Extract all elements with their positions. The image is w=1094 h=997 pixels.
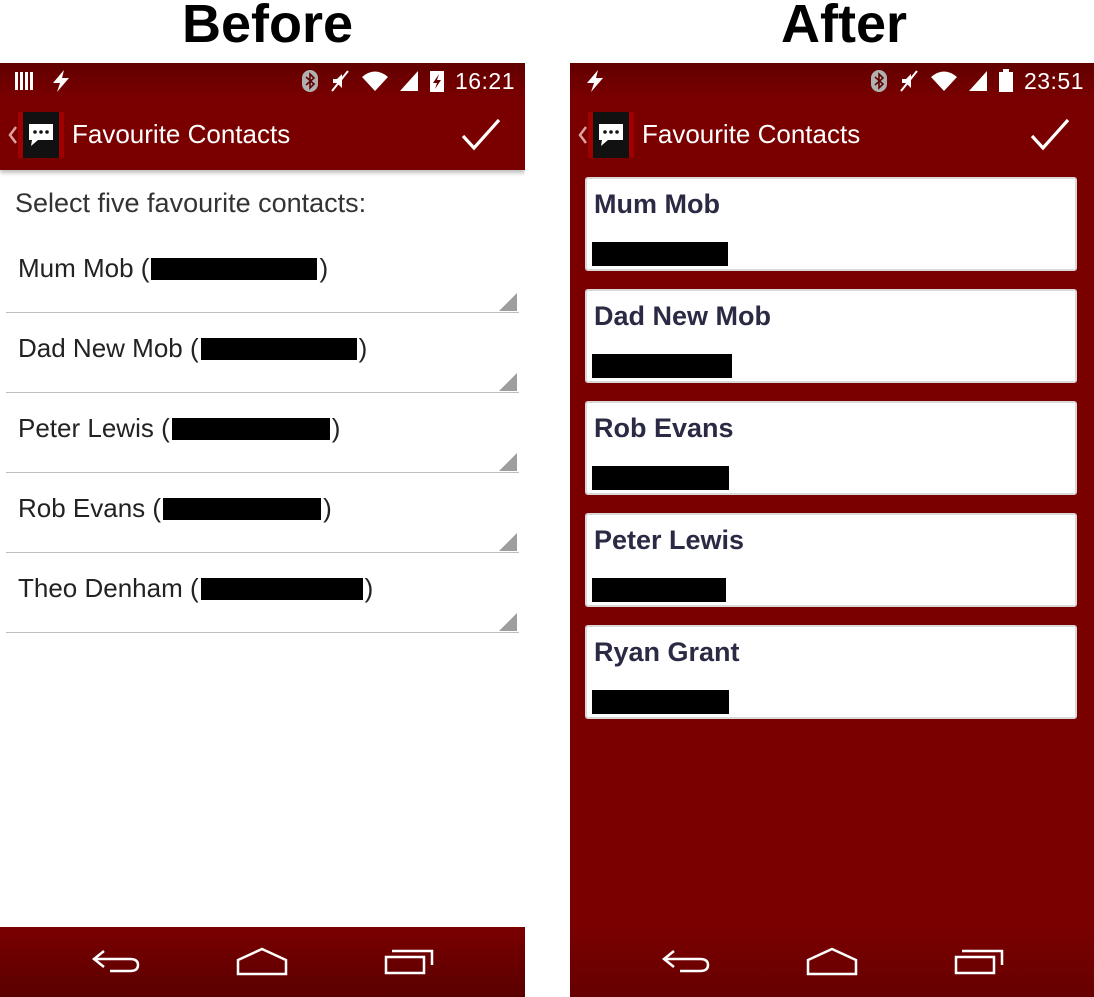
contact-name: Peter Lewis — [594, 525, 745, 555]
check-icon[interactable] — [461, 117, 501, 153]
redacted-number — [163, 497, 322, 520]
check-icon[interactable] — [1030, 117, 1070, 153]
back-icon[interactable] — [90, 941, 144, 981]
contact-spinner[interactable]: Theo Denham () — [6, 553, 519, 633]
home-icon[interactable] — [805, 941, 859, 981]
signal-icon — [399, 71, 418, 91]
contact-card[interactable]: Rob Evans — [585, 401, 1077, 495]
redacted-number — [171, 417, 330, 440]
after-label: After — [780, 0, 907, 54]
contact-spinner[interactable]: Dad New Mob () — [6, 313, 519, 393]
dropdown-corner-icon — [499, 293, 517, 311]
mute-icon — [331, 70, 349, 92]
contact-spinner[interactable]: Peter Lewis () — [6, 393, 519, 473]
dropdown-corner-icon — [499, 373, 517, 391]
page-title: Favourite Contacts — [72, 119, 291, 149]
page-title: Favourite Contacts — [642, 119, 861, 149]
contact-card[interactable]: Mum Mob — [585, 177, 1077, 271]
contact-name: Dad New Mob — [18, 333, 183, 363]
redacted-number — [592, 242, 728, 266]
status-time: 16:21 — [454, 67, 515, 94]
action-bar: Favourite Contacts — [570, 99, 1094, 170]
mute-icon — [900, 70, 918, 92]
contact-card[interactable]: Dad New Mob — [585, 289, 1077, 383]
battery-charging-icon — [429, 71, 444, 92]
app-logo-icon[interactable] — [588, 112, 634, 158]
status-bar: 23:51 — [570, 63, 1094, 99]
contact-card[interactable]: Ryan Grant — [585, 625, 1077, 719]
redacted-number — [592, 354, 732, 378]
charging-icon — [53, 70, 69, 92]
status-time: 23:51 — [1023, 67, 1084, 94]
divider — [6, 632, 519, 633]
back-icon[interactable] — [660, 941, 714, 981]
charging-icon — [587, 70, 603, 92]
recents-icon[interactable] — [952, 941, 1006, 981]
signal-icon — [968, 71, 987, 91]
before-label: Before — [181, 0, 354, 54]
redacted-number — [592, 690, 729, 714]
recents-icon[interactable] — [382, 941, 436, 981]
contact-name: Rob Evans — [594, 413, 734, 443]
contact-name: Ryan Grant — [594, 637, 740, 667]
dropdown-corner-icon — [499, 613, 517, 631]
action-bar: Favourite Contacts — [0, 99, 525, 170]
contact-name: Mum Mob — [594, 189, 720, 219]
redacted-number — [200, 337, 357, 360]
dropdown-corner-icon — [499, 533, 517, 551]
redacted-number — [592, 578, 726, 602]
navigation-bar — [0, 927, 525, 997]
redacted-number — [200, 577, 363, 600]
bluetooth-icon — [870, 70, 887, 92]
instruction-text: Select five favourite contacts: — [15, 188, 367, 218]
contact-name: Dad New Mob — [594, 301, 772, 331]
contact-name: Rob Evans — [18, 493, 146, 523]
before-screen: 16:21 Favourite Contacts Select five fav… — [0, 63, 525, 997]
contact-name: Mum Mob — [18, 253, 134, 283]
redacted-number — [151, 257, 318, 280]
contact-card[interactable]: Peter Lewis — [585, 513, 1077, 607]
contact-spinner[interactable]: Rob Evans () — [6, 473, 519, 553]
contact-name: Peter Lewis — [18, 413, 154, 443]
wifi-icon — [930, 71, 957, 91]
sim-icon — [15, 72, 33, 90]
home-icon[interactable] — [235, 941, 289, 981]
dropdown-corner-icon — [499, 453, 517, 471]
contact-spinner[interactable]: Mum Mob () — [6, 233, 519, 313]
redacted-number — [592, 466, 729, 490]
wifi-icon — [361, 71, 388, 91]
bluetooth-icon — [301, 70, 318, 92]
app-logo-icon[interactable] — [18, 112, 64, 158]
battery-icon — [998, 69, 1013, 92]
contact-name: Theo Denham — [18, 573, 183, 603]
navigation-bar — [570, 927, 1094, 997]
after-screen: 23:51 Favourite Contacts Mum Mob Dad New… — [570, 63, 1094, 997]
status-bar: 16:21 — [0, 63, 525, 99]
